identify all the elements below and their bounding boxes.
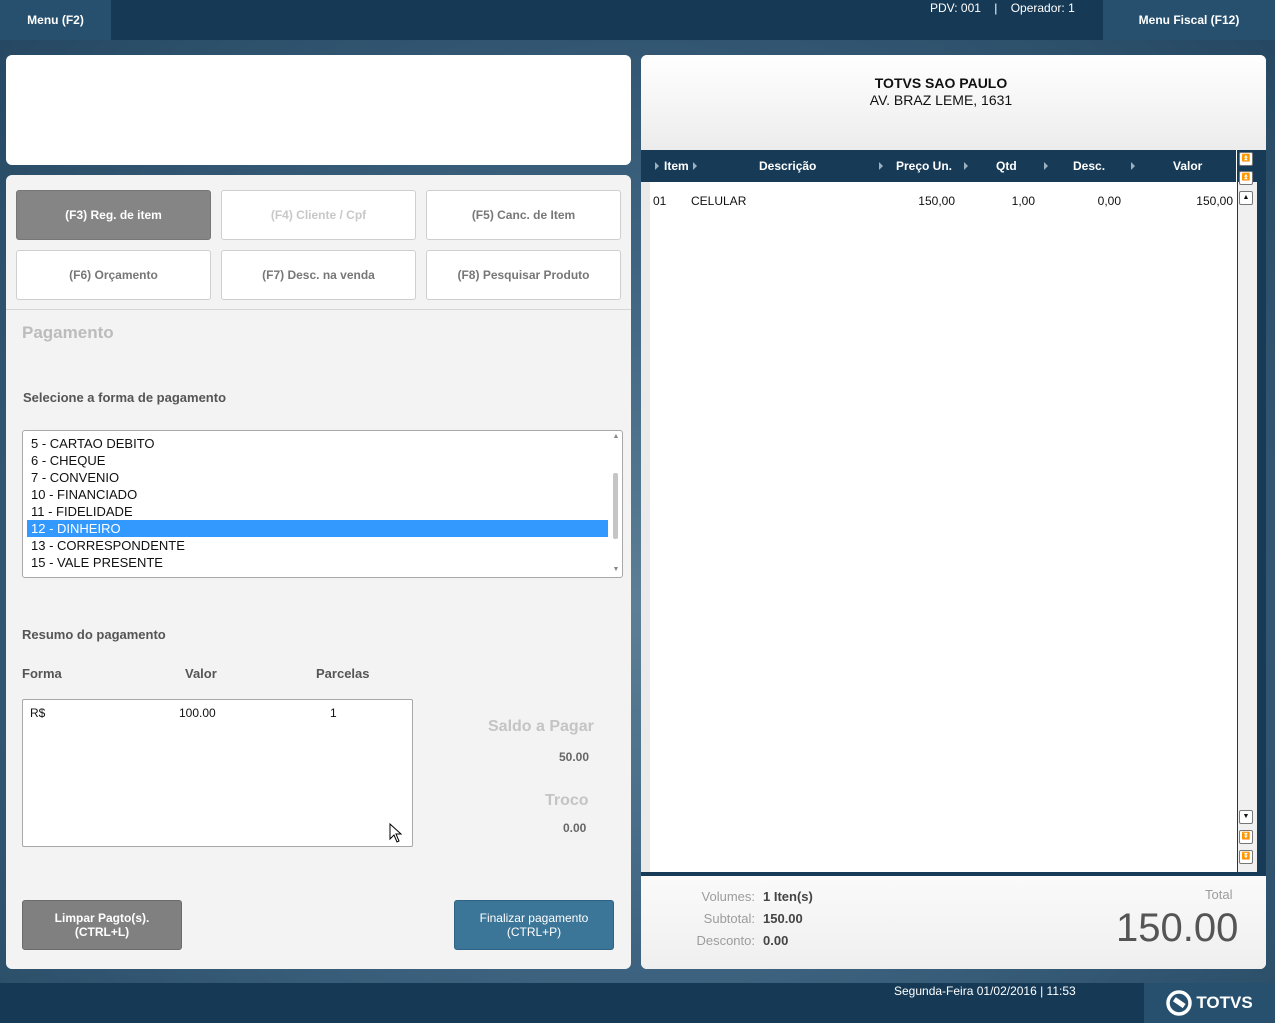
payment-panel: (F3) Reg. de item (F4) Cliente / Cpf (F5… — [6, 175, 631, 969]
payment-summary-table[interactable]: R$ 100.00 1 — [22, 699, 413, 847]
total-label: Total — [1205, 887, 1233, 902]
grid-scroll-track[interactable] — [1238, 182, 1257, 872]
clear-payments-button[interactable]: Limpar Pagto(s). (CTRL+L) — [22, 900, 182, 950]
receipt-header: TOTVS SAO PAULO AV. BRAZ LEME, 1631 — [641, 55, 1266, 150]
col-valor[interactable]: Valor — [1173, 159, 1202, 173]
finalize-payment-label: Finalizar pagamento — [479, 911, 589, 925]
payment-option[interactable]: 6 - CHEQUE — [27, 452, 608, 469]
scroll-up-icon[interactable]: ▲ — [1239, 191, 1253, 205]
store-address: AV. BRAZ LEME, 1631 — [869, 92, 1013, 108]
finalize-payment-shortcut: (CTRL+P) — [506, 925, 562, 939]
bottom-bar: Segunda-Feira 01/02/2016 | 11:53 TOTVS — [0, 983, 1275, 1023]
register-item-button[interactable]: (F3) Reg. de item — [16, 190, 211, 240]
col-preco[interactable]: Preço Un. — [896, 159, 952, 173]
cell-valor: 150,00 — [1196, 194, 1233, 208]
summary-parcelas: 1 — [330, 706, 337, 720]
payment-option[interactable]: 11 - FIDELIDADE — [27, 503, 608, 520]
scroll-down-icon[interactable]: ▼ — [1239, 810, 1253, 824]
sort-arrow-icon — [1131, 162, 1135, 170]
top-bar: Menu (F2) PDV: 001 | Operador: 1 Menu Fi… — [0, 0, 1275, 40]
scroll-down-icon[interactable]: ▼ — [612, 566, 620, 574]
discount-value: 0.00 — [763, 933, 789, 948]
sort-arrow-icon — [655, 162, 659, 170]
totvs-logo: TOTVS — [1144, 983, 1275, 1023]
sort-arrow-icon — [693, 162, 697, 170]
date-time: Segunda-Feira 01/02/2016 | 11:53 — [894, 984, 1076, 998]
store-name: TOTVS SAO PAULO — [874, 75, 1008, 91]
cancel-item-button[interactable]: (F5) Canc. de Item — [426, 190, 621, 240]
column-forma: Forma — [22, 666, 62, 681]
sort-arrow-icon — [964, 162, 968, 170]
items-grid-header: Item Descrição Preço Un. Qtd Desc. Valor — [641, 150, 1236, 182]
cell-descricao: CELULAR — [691, 194, 747, 208]
total-value: 150.00 — [1116, 906, 1239, 950]
sort-arrow-icon — [1044, 162, 1048, 170]
cell-desc: 0,00 — [1097, 194, 1121, 208]
payment-option[interactable]: 15 - VALE PRESENTE — [27, 554, 608, 571]
cell-item: 01 — [653, 194, 667, 208]
summary-forma: R$ — [30, 706, 46, 720]
scroll-bottom-icon[interactable]: ⏬ — [1239, 850, 1253, 864]
col-item[interactable]: Item — [664, 159, 689, 173]
finalize-payment-button[interactable]: Finalizar pagamento (CTRL+P) — [454, 900, 614, 950]
totvs-logo-icon — [1166, 990, 1193, 1016]
grid-left-strip — [641, 182, 650, 872]
message-panel — [6, 55, 631, 165]
list-scrollbar[interactable]: ▲ ▼ — [612, 433, 620, 575]
change-value: 0.00 — [563, 821, 587, 835]
payment-title: Pagamento — [22, 323, 114, 342]
table-row[interactable]: 01 CELULAR 150,00 1,00 0,00 150,00 — [650, 194, 1237, 210]
balance-due-label: Saldo a Pagar — [488, 718, 594, 735]
logo-text: TOTVS — [1196, 993, 1253, 1012]
pdv-operator-info: PDV: 001 | Operador: 1 — [930, 1, 1075, 15]
col-descricao[interactable]: Descrição — [759, 159, 816, 173]
quote-button[interactable]: (F6) Orçamento — [16, 250, 211, 300]
payment-method-list[interactable]: 5 - CARTAO DEBITO 6 - CHEQUE 7 - CONVENI… — [22, 430, 623, 578]
payment-option[interactable]: 10 - FINANCIADO — [27, 486, 608, 503]
scroll-up-icon[interactable]: ▲ — [612, 433, 620, 441]
scroll-page-down-icon[interactable]: ⏬ — [1239, 830, 1253, 844]
payment-summary-label: Resumo do pagamento — [22, 627, 166, 642]
change-label: Troco — [545, 792, 589, 809]
summary-valor: 100.00 — [179, 706, 216, 720]
col-qtd[interactable]: Qtd — [996, 159, 1017, 173]
menu-fiscal-button[interactable]: Menu Fiscal (F12) — [1103, 0, 1275, 40]
sort-arrow-icon — [879, 162, 883, 170]
menu-button[interactable]: Menu (F2) — [0, 0, 111, 40]
scroll-page-up-icon[interactable]: ⏫ — [1239, 171, 1253, 185]
mouse-cursor-icon — [389, 823, 403, 843]
select-payment-label: Selecione a forma de pagamento — [23, 390, 227, 405]
cell-qtd: 1,00 — [1011, 194, 1035, 208]
subtotal-value: 150.00 — [763, 911, 803, 926]
col-desc[interactable]: Desc. — [1073, 159, 1105, 173]
totals-area: Volumes: 1 Iten(s) Subtotal: 150.00 Desc… — [641, 876, 1266, 969]
payment-option[interactable]: 5 - CARTAO DEBITO — [27, 435, 608, 452]
items-grid[interactable]: 01 CELULAR 150,00 1,00 0,00 150,00 — [650, 182, 1237, 872]
search-product-button[interactable]: (F8) Pesquisar Produto — [426, 250, 621, 300]
column-valor: Valor — [185, 666, 217, 681]
column-parcelas: Parcelas — [316, 666, 370, 681]
scroll-top-icon[interactable]: ⏫ — [1239, 152, 1253, 166]
clear-payments-label: Limpar Pagto(s). — [54, 911, 150, 925]
customer-cpf-button[interactable]: (F4) Cliente / Cpf — [221, 190, 416, 240]
receipt-panel: TOTVS SAO PAULO AV. BRAZ LEME, 1631 Item… — [641, 55, 1266, 969]
payment-option[interactable]: 13 - CORRESPONDENTE — [27, 537, 608, 554]
clear-payments-shortcut: (CTRL+L) — [74, 925, 130, 939]
payment-option[interactable]: 7 - CONVENIO — [27, 469, 608, 486]
volumes-value: 1 Iten(s) — [763, 889, 813, 904]
sale-discount-button[interactable]: (F7) Desc. na venda — [221, 250, 416, 300]
volumes-label: Volumes: — [701, 889, 755, 904]
payment-option-selected[interactable]: 12 - DINHEIRO — [27, 520, 608, 537]
subtotal-label: Subtotal: — [703, 911, 755, 926]
cell-preco: 150,00 — [918, 194, 955, 208]
divider — [6, 309, 631, 310]
discount-label: Desconto: — [696, 933, 755, 948]
balance-due-value: 50.00 — [559, 750, 590, 764]
scroll-thumb[interactable] — [613, 473, 618, 539]
